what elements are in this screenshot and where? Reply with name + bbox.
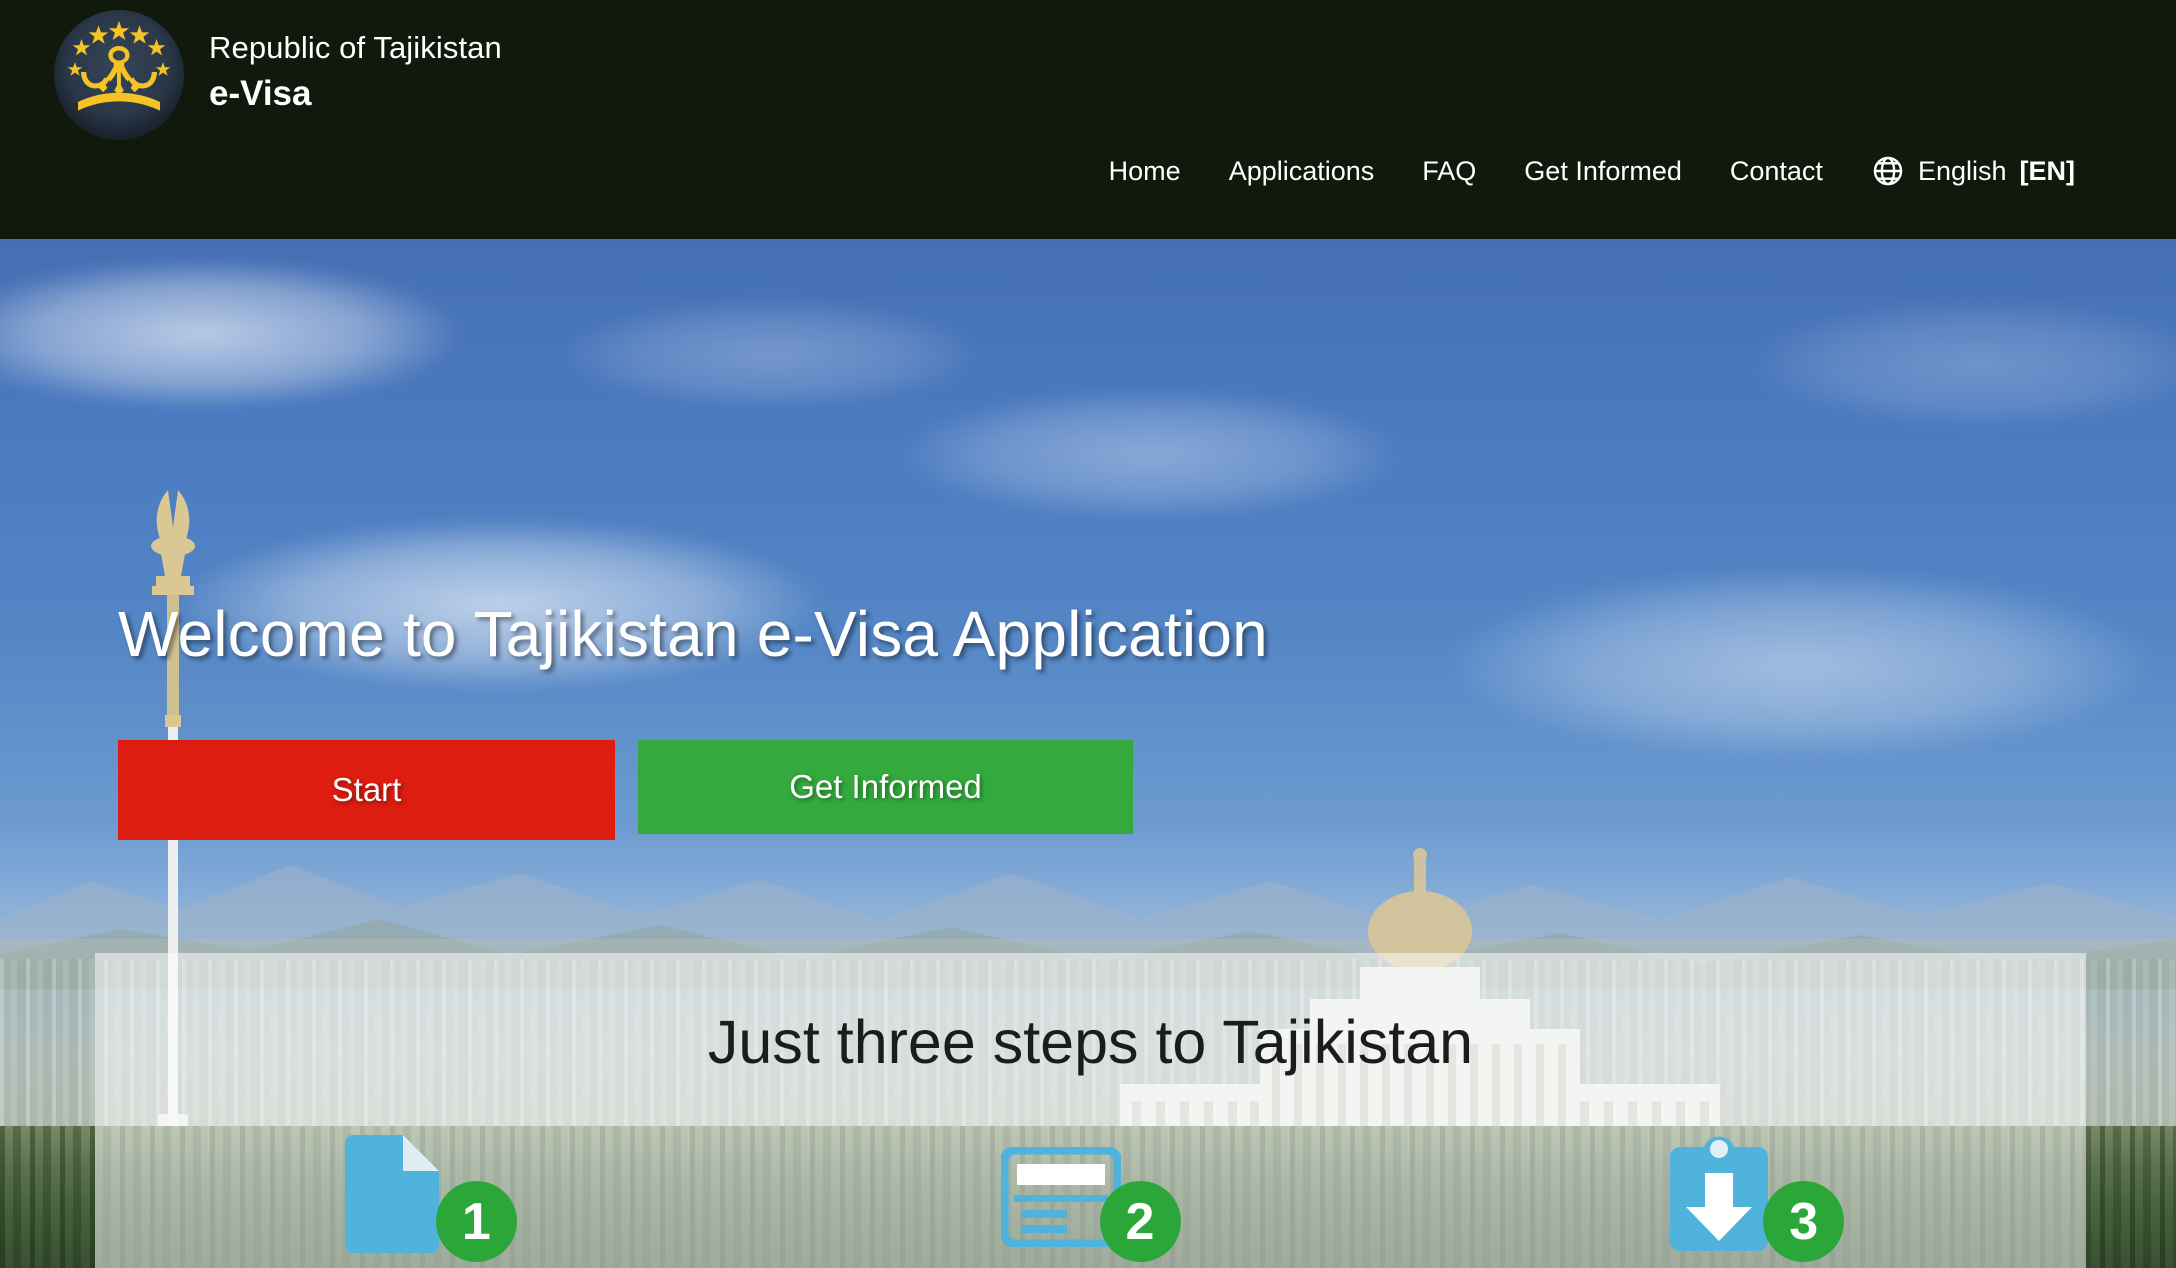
- step-badge: 2: [1099, 1181, 1181, 1262]
- step-art: 2: [1000, 1133, 1181, 1263]
- steps-title: Just three steps to Tajikistan: [707, 1008, 1474, 1076]
- step-item-get[interactable]: 3 Get: [1422, 1133, 2086, 1268]
- nav-item-get-informed[interactable]: Get Informed: [1500, 157, 1706, 185]
- country-name: Republic of Tajikistan: [209, 30, 502, 66]
- page-title: Welcome to Tajikistan e-Visa Application: [118, 598, 1268, 670]
- download-tag-icon: [1670, 1136, 1769, 1251]
- tajikistan-crown-emblem-icon: [54, 10, 184, 140]
- language-switcher[interactable]: English [EN]: [1847, 154, 2099, 188]
- nav-item-home[interactable]: Home: [1109, 157, 1205, 185]
- steps-row: 1 Apply 2: [95, 1133, 2086, 1268]
- steps-panel: Just three steps to Tajikistan 1 Apply: [95, 953, 2086, 1268]
- hero-section: Welcome to Tajikistan e-Visa Application…: [0, 239, 2176, 1268]
- get-informed-button[interactable]: Get Informed: [638, 740, 1133, 834]
- brand-block[interactable]: Republic of Tajikistan e-Visa: [54, 10, 502, 140]
- main-navigation: Home Applications FAQ Get Informed Conta…: [1109, 154, 2099, 188]
- document-icon: [344, 1135, 439, 1253]
- step-badge: 3: [1763, 1181, 1845, 1262]
- nav-item-applications[interactable]: Applications: [1205, 157, 1399, 185]
- brand-text: Republic of Tajikistan e-Visa: [209, 28, 502, 121]
- site-header: Republic of Tajikistan e-Visa Home Appli…: [0, 0, 2176, 239]
- language-label: English: [1917, 155, 2007, 186]
- step-art: 1: [337, 1133, 517, 1263]
- page-root: Republic of Tajikistan e-Visa Home Appli…: [0, 0, 2176, 1268]
- step-item-apply[interactable]: 1 Apply: [95, 1133, 759, 1268]
- cloud: [560, 299, 980, 409]
- service-name: e-Visa: [209, 73, 312, 113]
- step-item-pay[interactable]: 2 Pay: [759, 1133, 1423, 1268]
- nav-item-contact[interactable]: Contact: [1706, 157, 1847, 185]
- globe-icon: [1871, 154, 1905, 188]
- start-button[interactable]: Start: [118, 740, 615, 840]
- nav-item-faq[interactable]: FAQ: [1398, 157, 1500, 185]
- cloud: [900, 389, 1400, 519]
- language-code: [EN]: [2019, 155, 2076, 186]
- step-badge: 1: [435, 1181, 517, 1262]
- cloud: [1450, 569, 2150, 759]
- step-art: 3: [1664, 1133, 1845, 1263]
